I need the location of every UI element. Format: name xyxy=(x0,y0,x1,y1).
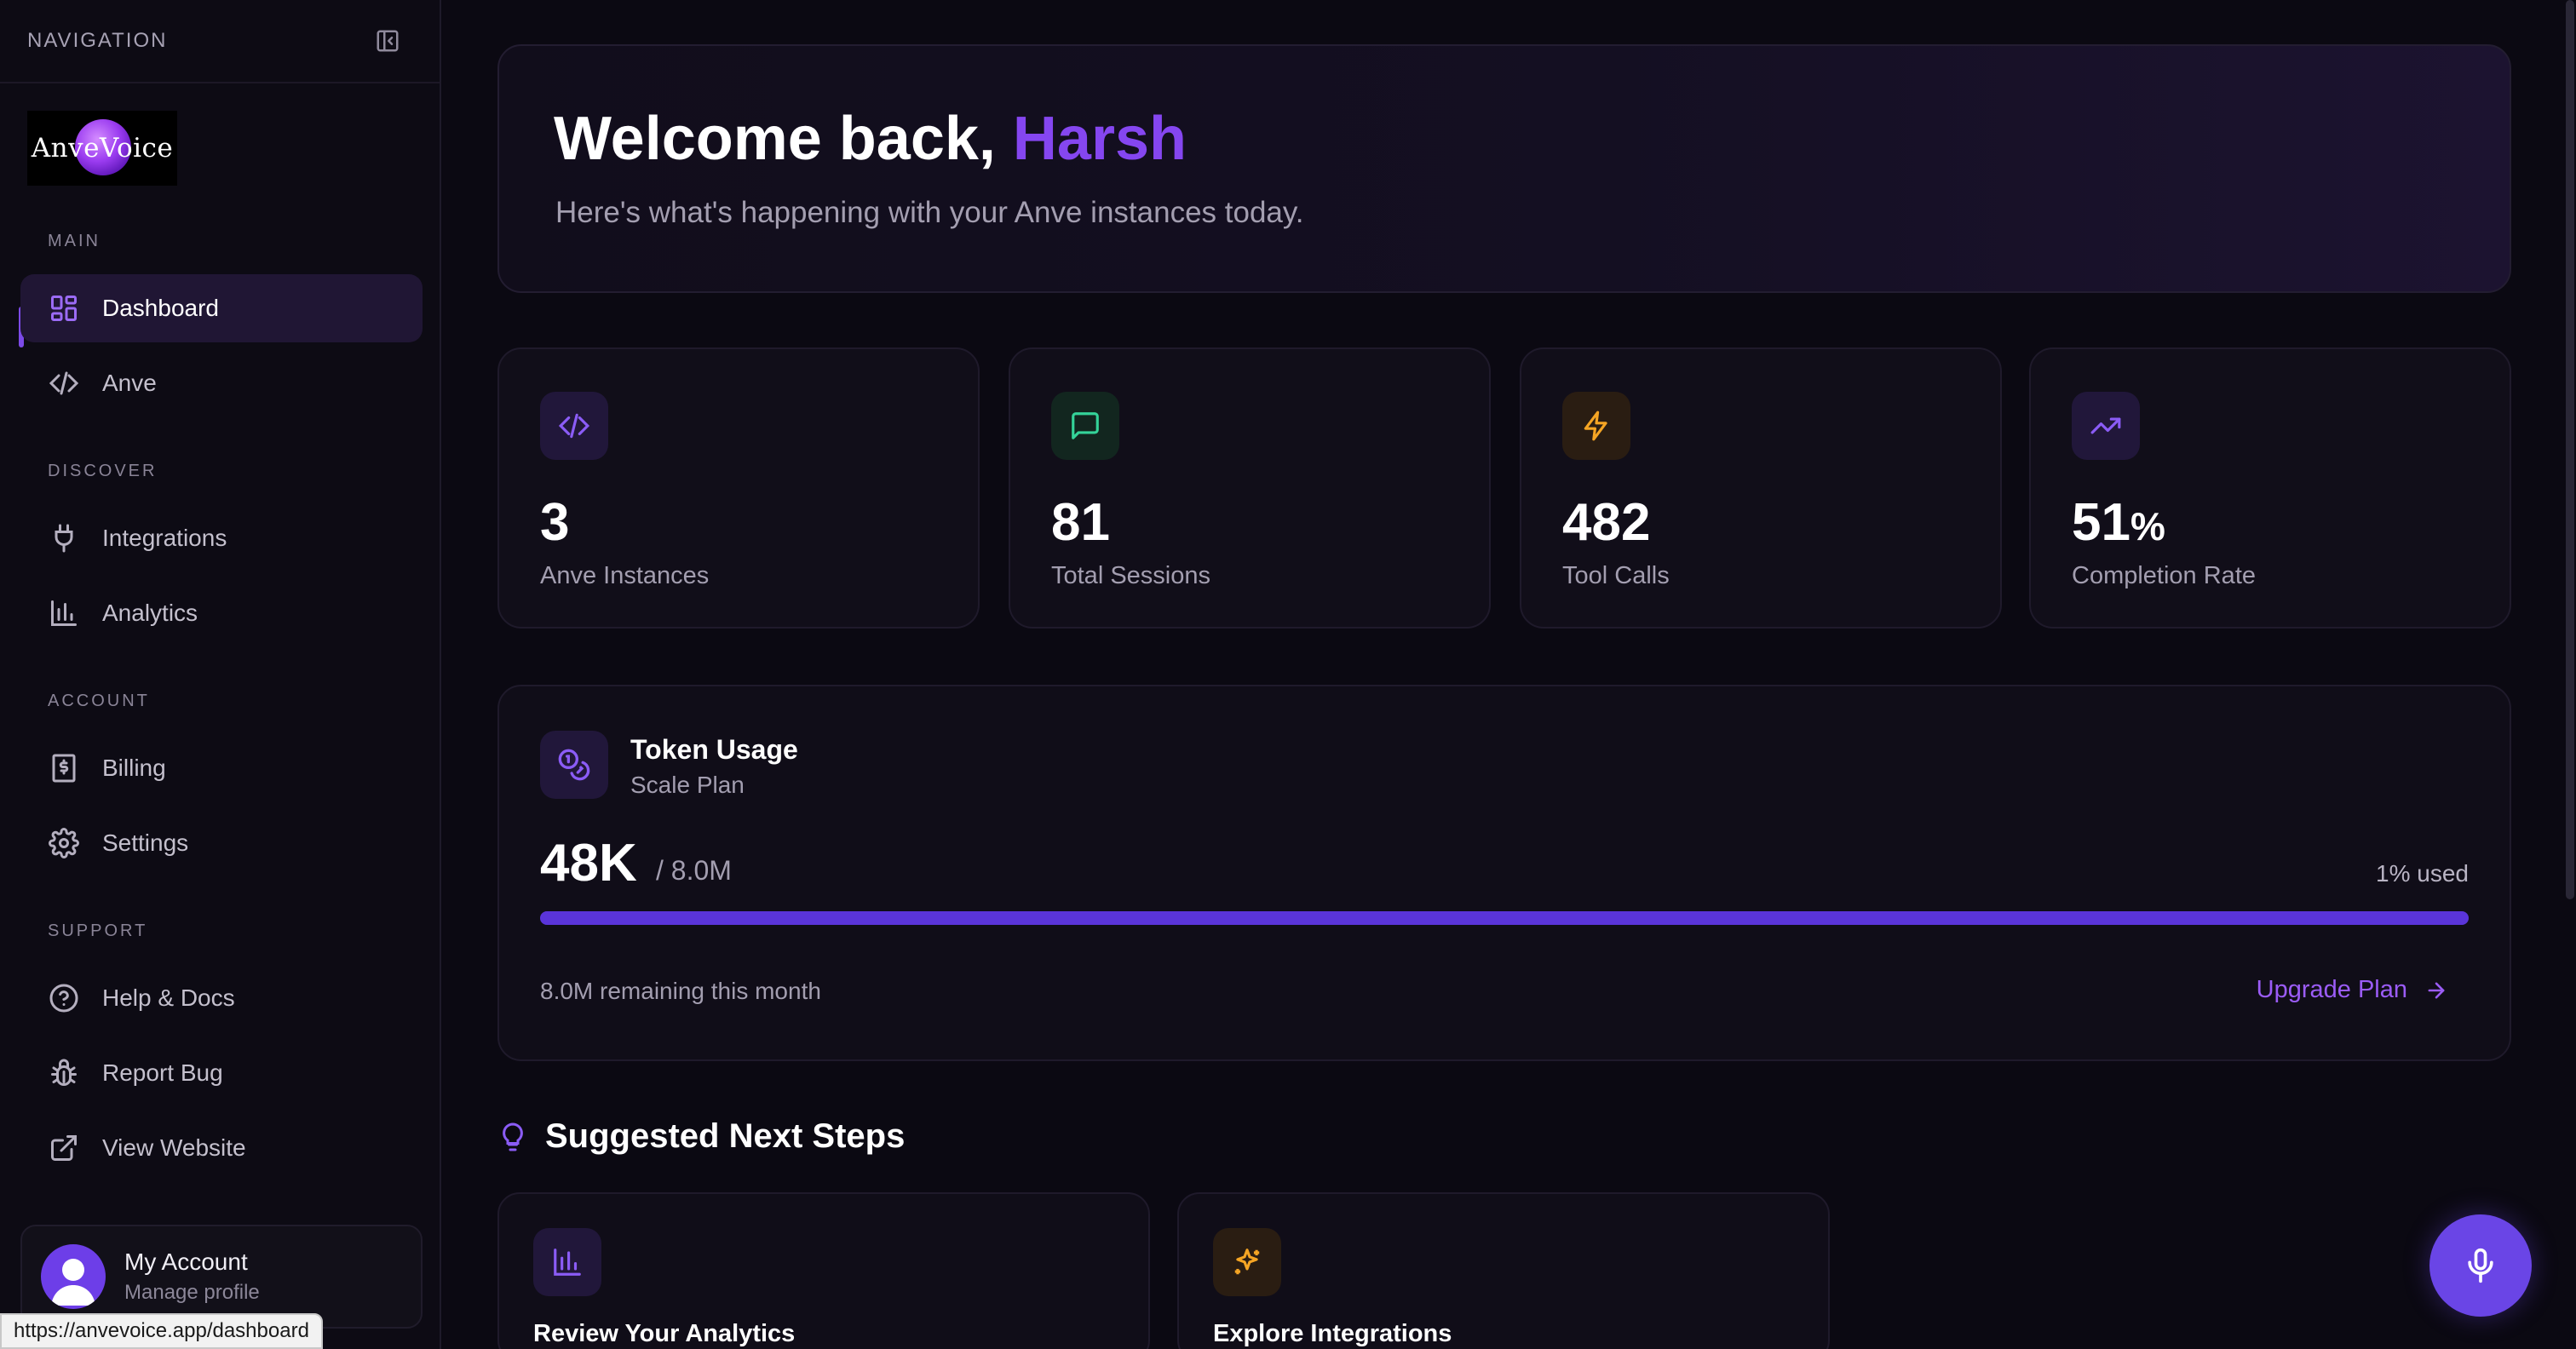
collapse-sidebar-icon[interactable] xyxy=(375,28,400,54)
sidebar-item-integrations[interactable]: Integrations xyxy=(20,504,423,572)
token-usage-card: Token Usage Scale Plan 48K / 8.0M 1% use… xyxy=(497,685,2511,1061)
section-label-main: MAIN xyxy=(48,232,101,250)
token-progress-fill xyxy=(540,911,2469,925)
section-label-account: ACCOUNT xyxy=(48,692,150,710)
suggested-steps-title: Suggested Next Steps xyxy=(545,1117,906,1155)
welcome-subtitle: Here's what's happening with your Anve i… xyxy=(555,196,1304,229)
sidebar-item-billing[interactable]: Billing xyxy=(20,734,423,802)
welcome-greeting: Welcome back, xyxy=(554,105,996,173)
step-card-title: Review Your Analytics xyxy=(533,1320,796,1347)
upgrade-plan-label: Upgrade Plan xyxy=(2256,976,2407,1003)
arrow-right-icon xyxy=(2428,982,2445,998)
stat-value: 81 xyxy=(1051,493,1110,552)
upgrade-plan-link[interactable]: Upgrade Plan xyxy=(2257,976,2448,1004)
sidebar-item-report-bug[interactable]: Report Bug xyxy=(20,1039,423,1107)
welcome-banner: Welcome back, Harsh Here's what's happen… xyxy=(497,44,2511,293)
sparkles-icon xyxy=(1213,1228,1281,1296)
stat-label: Completion Rate xyxy=(2072,562,2256,589)
token-usage-title: Token Usage xyxy=(630,734,798,765)
sidebar-header: NAVIGATION xyxy=(0,0,440,83)
account-text: My Account Manage profile xyxy=(124,1249,260,1305)
sidebar-item-label: Report Bug xyxy=(102,1059,223,1086)
bug-icon xyxy=(48,1057,80,1089)
sidebar-item-label: Settings xyxy=(102,829,189,856)
sidebar-item-label: Integrations xyxy=(102,525,227,551)
bolt-icon xyxy=(1562,392,1630,460)
step-card-title: Explore Integrations xyxy=(1213,1320,1452,1347)
sidebar-item-anve[interactable]: Anve xyxy=(20,349,423,417)
sidebar-item-dashboard[interactable]: Dashboard xyxy=(20,274,423,342)
sidebar-item-label: Billing xyxy=(102,755,166,781)
stat-label: Total Sessions xyxy=(1051,562,1210,589)
code-icon xyxy=(48,367,80,399)
voice-assistant-button[interactable] xyxy=(2429,1214,2532,1317)
stat-card-tool-calls[interactable]: 482 Tool Calls xyxy=(1520,347,2002,629)
microphone-icon xyxy=(2468,1248,2493,1283)
sidebar-item-label: Dashboard xyxy=(102,295,219,321)
account-name: My Account xyxy=(124,1249,248,1275)
stat-value: 51% xyxy=(2072,492,2165,553)
sidebar-item-settings[interactable]: Settings xyxy=(20,809,423,877)
logo[interactable]: AnveVoice xyxy=(27,111,177,186)
code-icon xyxy=(540,392,608,460)
token-remaining-text: 8.0M remaining this month xyxy=(540,978,821,1004)
step-card-integrations[interactable]: Explore Integrations xyxy=(1177,1192,1830,1349)
sidebar: NAVIGATION AnveVoice MAIN Dashboard Anve… xyxy=(0,0,441,1349)
receipt-icon xyxy=(48,752,80,784)
welcome-user-name: Harsh xyxy=(1012,105,1187,173)
stat-card-instances[interactable]: 3 Anve Instances xyxy=(497,347,980,629)
logo-text: AnveVoice xyxy=(31,133,174,164)
trending-up-icon xyxy=(2072,392,2140,460)
sidebar-item-help[interactable]: Help & Docs xyxy=(20,964,423,1032)
sidebar-item-label: View Website xyxy=(102,1134,246,1161)
plug-icon xyxy=(48,522,80,554)
gear-icon xyxy=(48,827,80,859)
section-label-discover: DISCOVER xyxy=(48,462,158,480)
dashboard-icon xyxy=(48,292,80,324)
lightbulb-icon xyxy=(503,1122,523,1151)
sidebar-item-view-website[interactable]: View Website xyxy=(20,1114,423,1182)
coins-icon xyxy=(540,731,608,799)
stat-number: 51 xyxy=(2072,493,2130,552)
stat-suffix: % xyxy=(2130,504,2165,548)
stat-card-completion-rate[interactable]: 51% Completion Rate xyxy=(2029,347,2511,629)
stat-label: Tool Calls xyxy=(1562,562,1670,589)
stat-value: 3 xyxy=(540,493,570,552)
external-link-icon xyxy=(48,1132,80,1164)
sidebar-title: NAVIGATION xyxy=(27,29,168,52)
suggested-steps-heading: Suggested Next Steps xyxy=(497,1117,905,1156)
bar-chart-icon xyxy=(48,597,80,629)
step-card-analytics[interactable]: Review Your Analytics xyxy=(497,1192,1150,1349)
stat-label: Anve Instances xyxy=(540,562,710,589)
help-circle-icon xyxy=(48,982,80,1014)
token-used-value: 48K xyxy=(540,834,637,893)
token-percent-used: 1% used xyxy=(2376,860,2469,887)
account-subtitle: Manage profile xyxy=(124,1281,260,1304)
avatar xyxy=(41,1244,106,1309)
stat-card-sessions[interactable]: 81 Total Sessions xyxy=(1009,347,1491,629)
token-usage-plan: Scale Plan xyxy=(630,772,745,798)
token-progress-track xyxy=(540,911,2469,925)
sidebar-item-label: Help & Docs xyxy=(102,984,235,1011)
stat-value: 482 xyxy=(1562,493,1651,552)
token-limit-value: / 8.0M xyxy=(656,855,732,886)
sidebar-item-analytics[interactable]: Analytics xyxy=(20,579,423,647)
main-scrollbar[interactable] xyxy=(2566,0,2574,899)
section-label-support: SUPPORT xyxy=(48,921,148,940)
sidebar-item-label: Analytics xyxy=(102,600,198,626)
welcome-heading: Welcome back, Harsh xyxy=(554,104,1187,174)
message-icon xyxy=(1051,392,1119,460)
bar-chart-icon xyxy=(533,1228,601,1296)
status-bar-url: https://anvevoice.app/dashboard xyxy=(0,1313,323,1349)
sidebar-item-label: Anve xyxy=(102,370,157,396)
